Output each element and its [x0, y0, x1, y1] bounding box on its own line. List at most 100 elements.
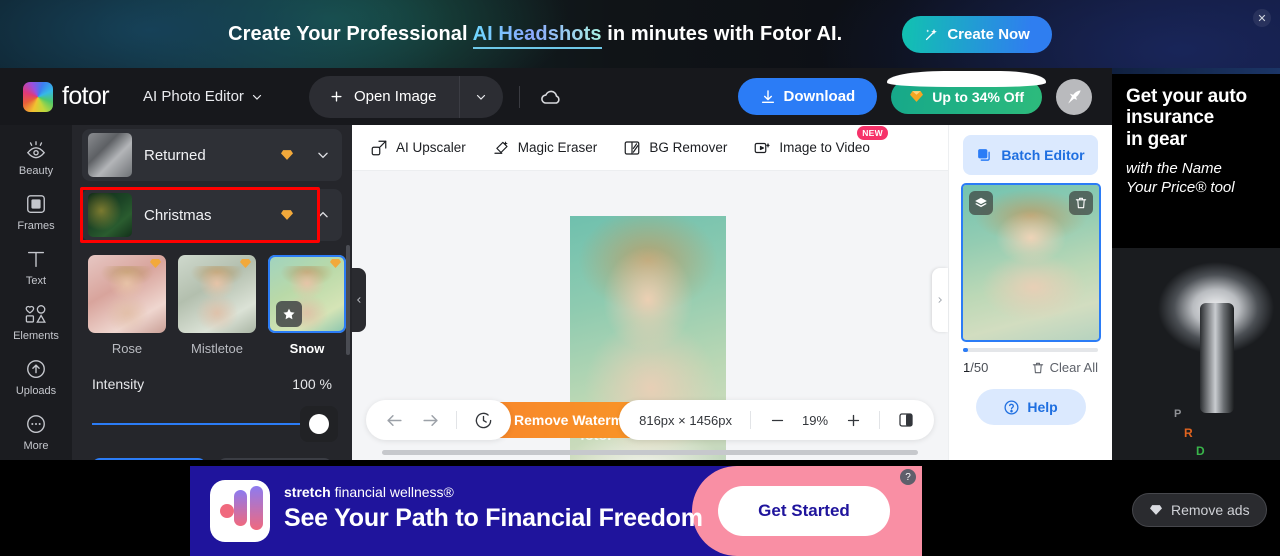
group-label: Returned	[144, 146, 206, 164]
favorite-star-icon[interactable]	[276, 301, 302, 327]
sidebar-item-label: Text	[25, 275, 47, 287]
batch-count: 1/50	[963, 360, 988, 375]
tool-bg-remover[interactable]: BG Remover	[623, 139, 727, 157]
fotor-logo-icon	[23, 81, 53, 112]
batch-editor-button[interactable]: Batch Editor	[963, 135, 1098, 175]
effect-group-returned[interactable]: Returned	[82, 129, 342, 181]
promo-text-after: in minutes with Fotor AI.	[601, 22, 843, 45]
premium-gem-icon	[329, 258, 342, 269]
slider-fill	[92, 423, 332, 425]
clear-all-button[interactable]: Clear All	[1031, 360, 1098, 375]
bottom-ad-brand-bold: stretch	[284, 484, 331, 500]
open-image-dropdown-button[interactable]	[458, 75, 503, 118]
ad-info-icon[interactable]: ?	[900, 469, 916, 485]
sidebar-item-more[interactable]: More	[0, 404, 72, 459]
effect-item-rose[interactable]: Rose	[88, 255, 166, 356]
canvas-stage[interactable]: fotor Remove Watermark with 34% Xmas Dis…	[352, 171, 948, 460]
right-ad-banner[interactable]: Get your auto insurance in gear with the…	[1112, 68, 1280, 460]
canvas-horizontal-scrollbar[interactable]	[382, 450, 918, 455]
brand-logo[interactable]: fotor	[23, 81, 110, 112]
download-button[interactable]: Download	[737, 78, 878, 115]
question-mark-icon	[1003, 399, 1020, 416]
app-mode-selector[interactable]: AI Photo Editor	[143, 88, 263, 105]
sidebar-item-label: Uploads	[15, 385, 57, 397]
discount-offer-button[interactable]: Up to 34% Off	[887, 70, 1046, 114]
effect-item-snow[interactable]: Snow	[268, 255, 346, 356]
help-button[interactable]: Help	[975, 389, 1086, 425]
divider	[879, 411, 880, 429]
intensity-row: Intensity 100 %	[72, 356, 352, 392]
layers-stack-icon	[976, 147, 993, 164]
bottom-ad-banner[interactable]: stretch financial wellness® See Your Pat…	[190, 466, 922, 556]
zoom-controls: 816px × 1456px 19%	[619, 400, 934, 440]
zoom-out-button[interactable]	[761, 404, 793, 436]
panel-scrollbar[interactable]	[346, 245, 350, 355]
cloud-storage-icon[interactable]	[536, 82, 566, 112]
batch-thumbnail[interactable]	[961, 183, 1101, 342]
chevron-up-icon[interactable]	[316, 208, 330, 222]
effects-panel: Returned Christmas Rose Mistletoe Snow I…	[72, 125, 352, 460]
avatar[interactable]	[1056, 78, 1092, 115]
cancel-button[interactable]	[218, 458, 332, 460]
header-actions: Download Up to 34% Off	[737, 70, 1098, 115]
open-image-button[interactable]: Open Image	[309, 76, 459, 118]
sidebar-item-frames[interactable]: Frames	[0, 184, 72, 239]
tool-ai-upscaler[interactable]: AI Upscaler	[370, 139, 466, 157]
top-promo-banner[interactable]: Create Your Professional AI Headshots in…	[0, 0, 1280, 68]
gem-icon	[909, 90, 924, 103]
create-now-label: Create Now	[947, 25, 1030, 43]
effect-thumbnails: Rose Mistletoe Snow	[72, 249, 352, 356]
layers-icon[interactable]	[969, 191, 993, 215]
undo-arrow-icon[interactable]	[378, 404, 410, 436]
remove-ads-button[interactable]: Remove ads	[1132, 493, 1267, 527]
effect-group-christmas[interactable]: Christmas	[80, 187, 342, 243]
effect-item-mistletoe[interactable]: Mistletoe	[178, 255, 256, 356]
promo-headline: Create Your Professional AI Headshots in…	[228, 22, 843, 49]
canvas-area: AI Upscaler Magic Eraser BG Remover Imag…	[352, 125, 948, 460]
batch-editor-label: Batch Editor	[1001, 147, 1085, 163]
open-image-group: Open Image	[308, 75, 503, 118]
trash-icon[interactable]	[1069, 191, 1093, 215]
divider	[750, 411, 751, 429]
tool-magic-eraser[interactable]: Magic Eraser	[492, 139, 597, 157]
text-icon	[25, 248, 47, 270]
tool-label: AI Upscaler	[396, 140, 466, 155]
collapse-right-panel-button[interactable]	[932, 268, 948, 332]
sidebar-item-elements[interactable]: Elements	[0, 294, 72, 349]
compare-split-icon[interactable]	[890, 404, 922, 436]
group-thumbnail	[88, 133, 132, 177]
intensity-slider[interactable]	[92, 406, 338, 442]
remove-ads-label: Remove ads	[1171, 502, 1250, 518]
redo-arrow-icon[interactable]	[414, 404, 446, 436]
right-ad-headline: Get your auto insurance in gear	[1112, 74, 1280, 150]
elements-icon	[24, 303, 48, 325]
right-ad-subhead-line1: with the Name	[1126, 159, 1222, 177]
sidebar-item-uploads[interactable]: Uploads	[0, 349, 72, 404]
collapse-left-panel-button[interactable]	[352, 268, 366, 332]
gear-label-p: P	[1174, 408, 1182, 420]
get-started-button[interactable]: Get Started	[718, 486, 890, 536]
panel-action-buttons	[72, 442, 352, 460]
batch-scrollbar[interactable]	[963, 348, 1098, 352]
sidebar-item-beauty[interactable]: Beauty	[0, 131, 72, 184]
bottom-ad-brand-rest: financial wellness®	[330, 484, 454, 500]
canvas-bottom-bar: 816px × 1456px 19%	[352, 400, 948, 440]
sidebar-item-text[interactable]: Text	[0, 239, 72, 294]
history-clock-icon[interactable]	[467, 404, 499, 436]
image-to-video-icon	[753, 139, 771, 157]
slider-handle[interactable]	[300, 406, 338, 442]
apply-button[interactable]	[92, 458, 206, 460]
gear-shifter-graphic	[1200, 303, 1234, 413]
frame-icon	[25, 193, 47, 215]
sidebar-item-label: Elements	[13, 330, 59, 342]
fotor-photo-editor-app: Create Your Professional AI Headshots in…	[0, 0, 1280, 556]
effect-label: Mistletoe	[190, 341, 244, 356]
create-now-button[interactable]: Create Now	[902, 15, 1052, 53]
slider-knob	[309, 414, 329, 434]
tool-image-to-video[interactable]: Image to Video NEW	[753, 125, 888, 157]
chevron-down-icon	[251, 91, 263, 103]
close-promo-icon[interactable]: ✕	[1253, 9, 1271, 27]
zoom-in-button[interactable]	[837, 404, 869, 436]
right-ad-image: P R D	[1112, 248, 1280, 460]
chevron-down-icon[interactable]	[316, 148, 330, 162]
